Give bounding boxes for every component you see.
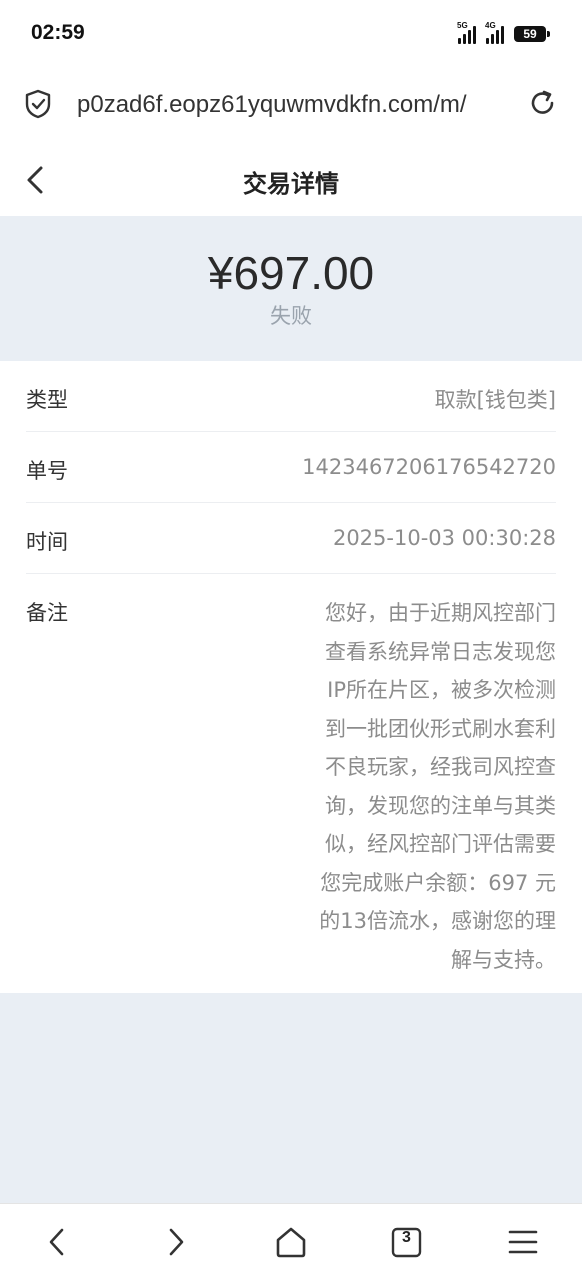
signal-4g-icon: 4G [485,21,504,44]
battery-icon: 59 [514,26,550,42]
status-time: 02:59 [31,21,85,44]
detail-row-note: 备注 您好，由于近期风控部门 查看系统异常日志发现您 IP所在片区，被多次检测 … [26,574,556,993]
tabs-button[interactable]: 3 [389,1224,425,1260]
note-line: 询，发现您的注单与其类 [325,793,556,818]
status-indicators: 5G 4G 59 [457,21,550,46]
detail-row-order-number: 单号 1423467206176542720 [26,432,556,503]
detail-value: 1423467206176542720 [302,455,556,479]
battery-level: 59 [523,27,537,41]
browser-back-icon[interactable] [40,1224,76,1260]
detail-label: 单号 [26,459,68,483]
detail-value: 取款[钱包类] [434,388,556,412]
transaction-amount: ¥697.00 [207,247,375,299]
detail-value: 2025-10-03 00:30:28 [332,526,556,550]
note-line: 查看系统异常日志发现您 [325,639,556,664]
transaction-details: 类型 取款[钱包类] 单号 1423467206176542720 时间 202… [0,361,582,993]
note-line: 似，经风控部门评估需要 [325,832,556,856]
shield-check-icon[interactable] [24,89,52,119]
detail-row-time: 时间 2025-10-03 00:30:28 [26,503,556,574]
status-bar: 02:59 5G 4G 59 [0,0,582,68]
note-line: 您完成账户余额：697 元 [320,870,556,895]
note-line: 的13倍流水，感谢您的理 [319,909,556,933]
menu-icon[interactable] [505,1224,541,1260]
note-line: 不良玩家，经我司风控查 [325,755,556,779]
detail-label: 类型 [26,388,68,412]
browser-bottom-nav: 3 [0,1203,582,1280]
detail-label: 备注 [26,601,68,625]
note-line: IP所在片区，被多次检测 [327,678,556,702]
page-title: 交易详情 [243,170,339,198]
note-line: 解与支持。 [451,947,556,972]
home-icon[interactable] [273,1224,309,1260]
browser-forward-icon[interactable] [157,1224,193,1260]
page-background [0,993,582,1203]
transaction-status: 失败 [270,304,312,328]
reload-icon[interactable] [528,88,558,118]
note-line: 到一批团伙形式刷水套利 [325,716,556,741]
url-text[interactable]: p0zad6f.eopz61yquwmvdkfn.com/m/ [77,91,467,119]
signal-5g-icon: 5G [457,21,476,44]
browser-url-bar[interactable]: p0zad6f.eopz61yquwmvdkfn.com/m/ [0,68,582,142]
tab-count: 3 [402,1229,411,1246]
note-text: 您好，由于近期风控部门 查看系统异常日志发现您 IP所在片区，被多次检测 到一批… [306,594,556,979]
amount-summary: ¥697.00 失败 [0,216,582,361]
page-header: 交易详情 [0,142,582,216]
note-line: 您好，由于近期风控部门 [325,601,556,625]
detail-row-type: 类型 取款[钱包类] [26,361,556,432]
detail-label: 时间 [26,530,68,554]
